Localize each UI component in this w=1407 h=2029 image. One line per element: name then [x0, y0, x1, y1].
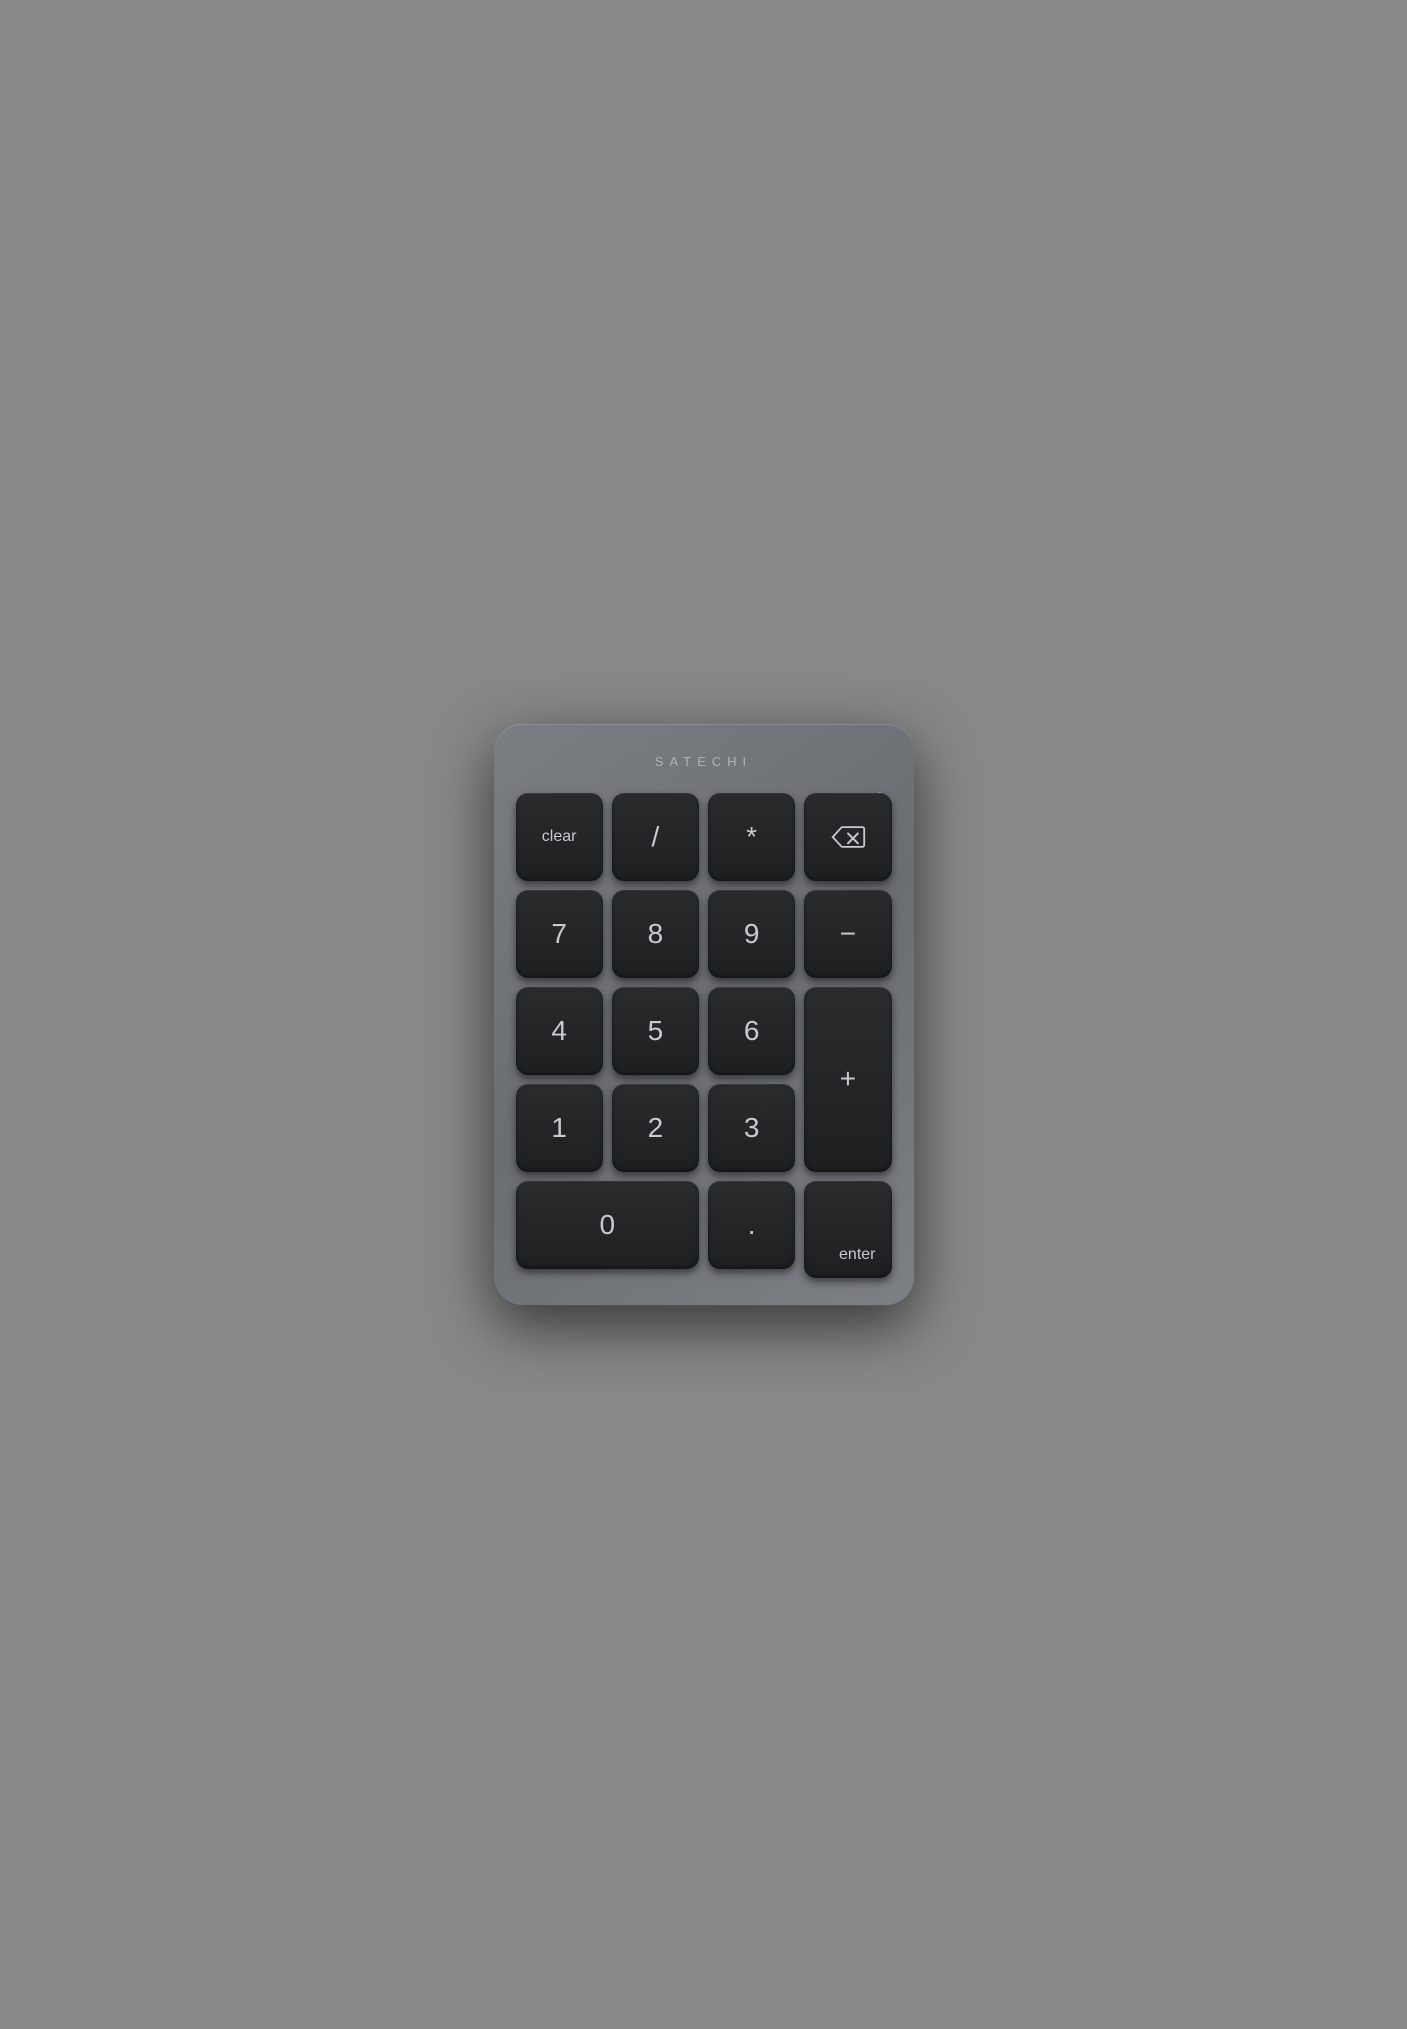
- keys-grid: clear / * 7 8 9 −: [516, 793, 892, 1278]
- key-7[interactable]: 7: [516, 890, 603, 978]
- key-plus[interactable]: +: [804, 987, 891, 1172]
- key-8[interactable]: 8: [612, 890, 699, 978]
- key-9[interactable]: 9: [708, 890, 795, 978]
- key-divide[interactable]: /: [612, 793, 699, 881]
- key-4[interactable]: 4: [516, 987, 603, 1075]
- key-clear[interactable]: clear: [516, 793, 603, 881]
- key-enter[interactable]: enter: [804, 1181, 891, 1278]
- backspace-icon: [830, 823, 866, 851]
- key-1[interactable]: 1: [516, 1084, 603, 1172]
- key-6[interactable]: 6: [708, 987, 795, 1075]
- key-backspace[interactable]: [804, 793, 891, 881]
- numpad-device: SATECHI clear / * 7 8: [494, 724, 914, 1306]
- key-2[interactable]: 2: [612, 1084, 699, 1172]
- key-0[interactable]: 0: [516, 1181, 700, 1269]
- key-dot[interactable]: .: [708, 1181, 795, 1269]
- key-5[interactable]: 5: [612, 987, 699, 1075]
- brand-label: SATECHI: [516, 754, 892, 769]
- key-multiply[interactable]: *: [708, 793, 795, 881]
- key-minus[interactable]: −: [804, 890, 891, 978]
- key-3[interactable]: 3: [708, 1084, 795, 1172]
